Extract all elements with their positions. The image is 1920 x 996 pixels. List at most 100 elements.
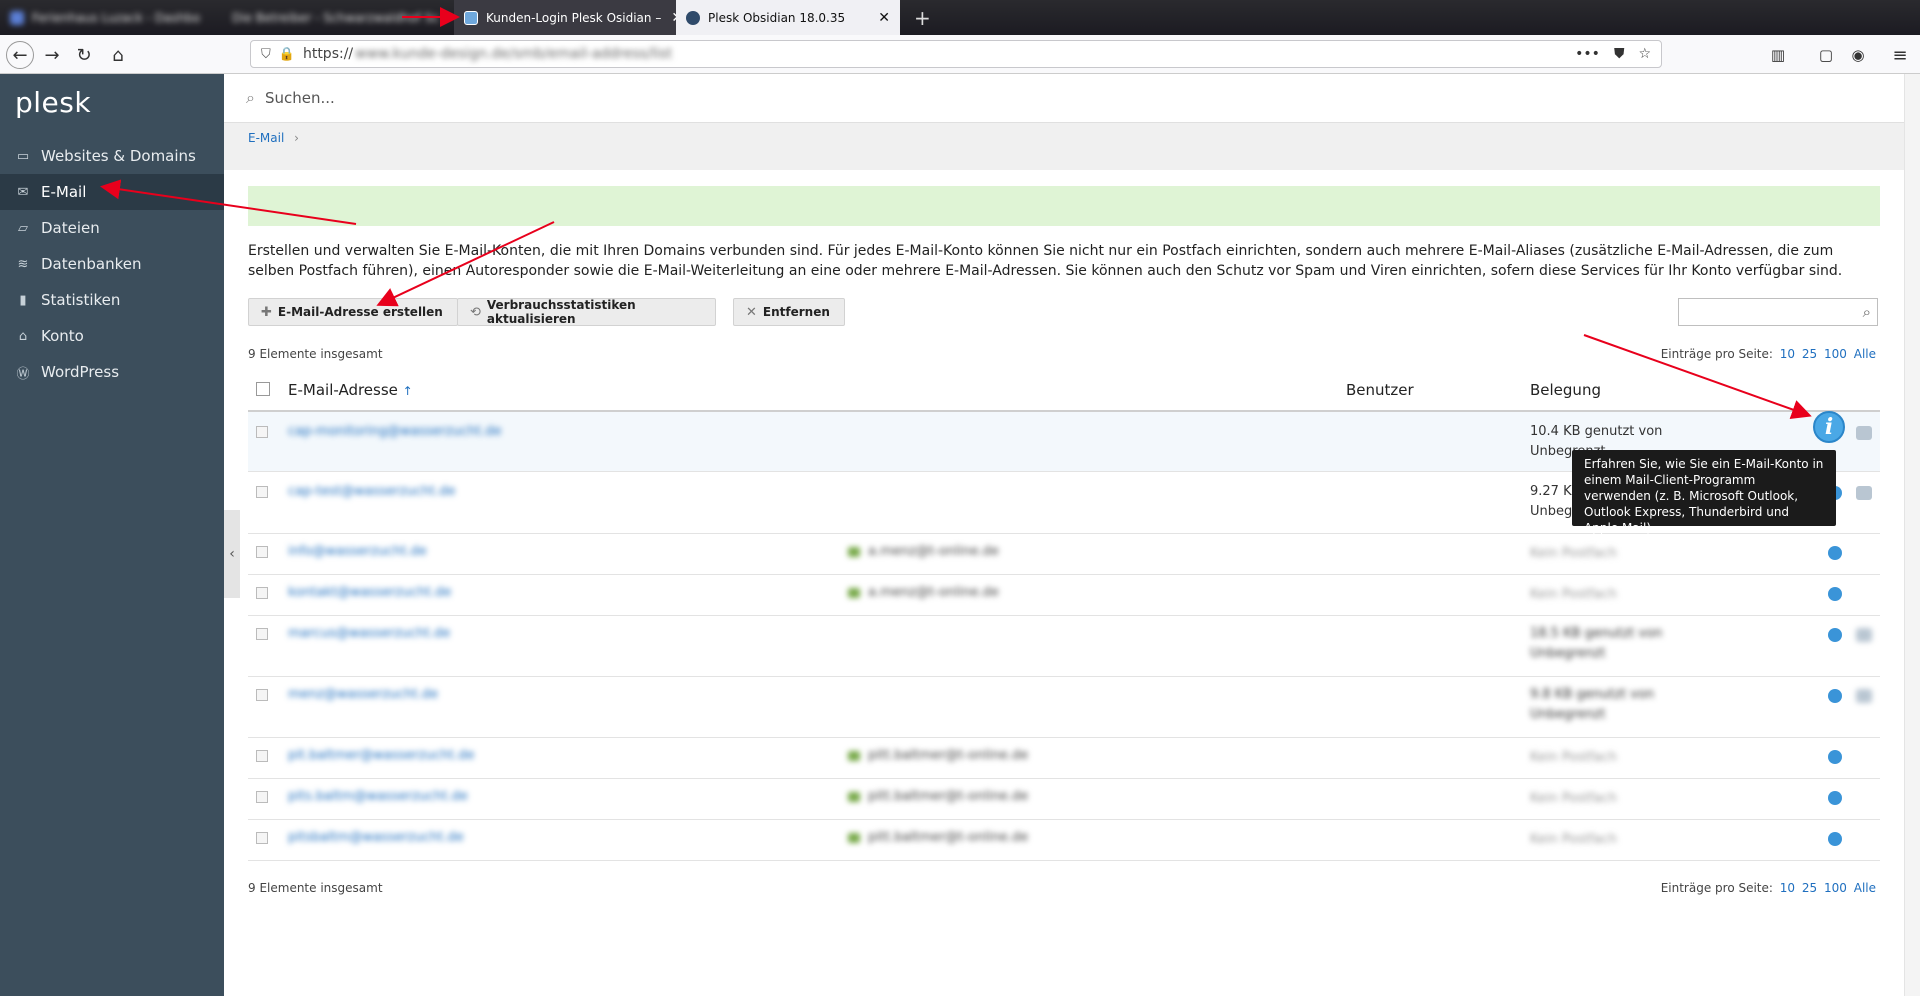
new-tab-button[interactable]: +	[904, 0, 940, 35]
forward-icon[interactable]: →	[38, 41, 66, 69]
sidebar-icon[interactable]: ▢	[1812, 41, 1840, 69]
browser-tab-1[interactable]: Ferienhaus Luzack - Dashbo	[0, 0, 220, 35]
column-usage[interactable]: Belegung	[1530, 381, 1601, 399]
sidebar-item-email[interactable]: ✉ E-Mail	[0, 174, 224, 210]
row-checkbox[interactable]	[256, 426, 268, 438]
library-icon[interactable]: ▥	[1764, 41, 1792, 69]
webmail-icon[interactable]	[1856, 689, 1872, 703]
reload-icon[interactable]: ↻	[70, 41, 98, 69]
usage-value: Kein Postfach	[1530, 832, 1617, 847]
forward-icon	[848, 546, 860, 557]
column-email[interactable]: E-Mail-Adresse ↑	[288, 381, 413, 399]
info-icon[interactable]	[1828, 546, 1842, 560]
remove-button[interactable]: ✕ Entfernen	[733, 298, 845, 326]
table-row[interactable]: kontakt@wasserzucht.de a.menz@t-online.d…	[248, 575, 1880, 616]
folder-icon: ▱	[18, 220, 28, 236]
sidebar-item-files[interactable]: ▱ Dateien	[0, 210, 224, 246]
per-page-100[interactable]: 100	[1824, 347, 1847, 361]
column-user[interactable]: Benutzer	[1346, 381, 1414, 399]
row-checkbox[interactable]	[256, 791, 268, 803]
table-header: E-Mail-Adresse ↑ Benutzer Belegung	[248, 372, 1880, 412]
email-link[interactable]: cap-test@wasserzucht.de	[288, 484, 455, 499]
per-page-all[interactable]: Alle	[1854, 881, 1876, 895]
info-icon[interactable]	[1828, 791, 1842, 805]
plesk-logo[interactable]: plesk	[15, 86, 91, 119]
row-checkbox[interactable]	[256, 750, 268, 762]
refresh-icon: ⟲	[470, 304, 481, 320]
row-checkbox[interactable]	[256, 546, 268, 558]
per-page-100[interactable]: 100	[1824, 881, 1847, 895]
table-row[interactable]: pitsbaltm@wasserzucht.de pitt.baltmer@t-…	[248, 820, 1880, 861]
sidebar-item-databases[interactable]: ≋ Datenbanken	[0, 246, 224, 282]
browser-tab-3[interactable]: Kunden-Login Plesk Osidian – ✕	[454, 0, 676, 35]
sidebar-collapse-button[interactable]: ‹	[224, 510, 240, 598]
browser-tab-4[interactable]: Plesk Obsidian 18.0.35 ✕	[676, 0, 900, 35]
bookmark-star-icon[interactable]: ☆	[1638, 46, 1651, 62]
info-icon[interactable]	[1828, 750, 1842, 764]
sidebar-item-websites[interactable]: ▭ Websites & Domains	[0, 138, 224, 174]
sidebar-item-statistics[interactable]: ▮ Statistiken	[0, 282, 224, 318]
refresh-stats-button[interactable]: ⟲ Verbrauchsstatistiken aktualisieren	[457, 298, 716, 326]
info-icon[interactable]	[1828, 689, 1842, 703]
account-icon: ⌂	[18, 328, 28, 344]
forward-icon	[848, 587, 860, 598]
sidebar-item-wordpress[interactable]: Ⓦ WordPress	[0, 354, 224, 390]
table-row[interactable]: pits.baltm@wasserzucht.de pitt.baltmer@t…	[248, 779, 1880, 820]
sidebar-item-account[interactable]: ⌂ Konto	[0, 318, 224, 354]
row-checkbox[interactable]	[256, 628, 268, 640]
webmail-icon[interactable]	[1856, 426, 1872, 440]
pocket-icon[interactable]: ⛊	[1614, 46, 1625, 62]
per-page-all[interactable]: Alle	[1854, 347, 1876, 361]
close-icon[interactable]: ✕	[868, 10, 890, 26]
row-checkbox[interactable]	[256, 832, 268, 844]
back-icon[interactable]: ←	[6, 41, 34, 69]
sidebar-item-label: Dateien	[41, 219, 100, 237]
table-row[interactable]: menz@wasserzucht.de 9.8 KB genutzt von U…	[248, 677, 1880, 738]
usage-value: Kein Postfach	[1530, 791, 1617, 806]
info-icon[interactable]	[1828, 832, 1842, 846]
email-link[interactable]: pitsbaltm@wasserzucht.de	[288, 830, 464, 845]
tab-label: Kunden-Login Plesk Osidian –	[486, 10, 662, 25]
email-link[interactable]: info@wasserzucht.de	[288, 544, 427, 559]
browser-tab-2[interactable]: Die Betreiber - Schwarzwaldhof Sc	[222, 0, 454, 35]
table-row[interactable]: pit.baltmer@wasserzucht.de pitt.baltmer@…	[248, 738, 1880, 779]
menu-icon[interactable]: ≡	[1886, 41, 1914, 69]
global-search[interactable]: ⌕ Suchen...	[224, 74, 1904, 123]
account-icon[interactable]: ◉	[1844, 41, 1872, 69]
lock-icon: 🔒	[278, 46, 295, 62]
email-link[interactable]: marcus@wasserzucht.de	[288, 626, 450, 641]
search-icon: ⌕	[1862, 303, 1871, 321]
per-page-10[interactable]: 10	[1780, 347, 1795, 361]
breadcrumb-email-link[interactable]: E-Mail	[248, 131, 284, 145]
search-input[interactable]: Suchen...	[265, 89, 335, 107]
table-row[interactable]: marcus@wasserzucht.de 18.5 KB genutzt vo…	[248, 616, 1880, 677]
table-row[interactable]: info@wasserzucht.de a.menz@t-online.de K…	[248, 534, 1880, 575]
close-icon[interactable]: ✕	[661, 10, 676, 26]
email-link[interactable]: pits.baltm@wasserzucht.de	[288, 789, 468, 804]
per-page-10[interactable]: 10	[1780, 881, 1795, 895]
per-page-25[interactable]: 25	[1802, 881, 1817, 895]
home-icon[interactable]: ⌂	[104, 41, 132, 69]
email-link[interactable]: kontakt@wasserzucht.de	[288, 585, 451, 600]
webmail-icon[interactable]	[1856, 486, 1872, 500]
email-link[interactable]: cap-monitoring@wasserzucht.de	[288, 424, 501, 439]
usage-value: Kein Postfach	[1530, 546, 1617, 561]
per-page-25[interactable]: 25	[1802, 347, 1817, 361]
list-search-input[interactable]: ⌕	[1678, 298, 1878, 326]
button-label: E-Mail-Adresse erstellen	[277, 305, 443, 319]
button-label: Verbrauchsstatistiken aktualisieren	[486, 298, 636, 326]
row-checkbox[interactable]	[256, 486, 268, 498]
row-checkbox[interactable]	[256, 689, 268, 701]
email-link[interactable]: menz@wasserzucht.de	[288, 687, 438, 702]
url-bar[interactable]: ⛉ 🔒 https:// www.kunde-design.de/smb/ema…	[250, 40, 1662, 68]
webmail-icon[interactable]	[1856, 628, 1872, 642]
create-email-button[interactable]: ✚ E-Mail-Adresse erstellen	[248, 298, 458, 326]
info-icon[interactable]	[1828, 587, 1842, 601]
scrollbar[interactable]	[1904, 74, 1920, 996]
email-link[interactable]: pit.baltmer@wasserzucht.de	[288, 748, 474, 763]
info-icon[interactable]	[1828, 628, 1842, 642]
row-checkbox[interactable]	[256, 587, 268, 599]
select-all-checkbox[interactable]	[256, 382, 270, 396]
mail-client-info-icon[interactable]: i	[1813, 411, 1845, 443]
page-actions-icon[interactable]: •••	[1575, 46, 1600, 62]
